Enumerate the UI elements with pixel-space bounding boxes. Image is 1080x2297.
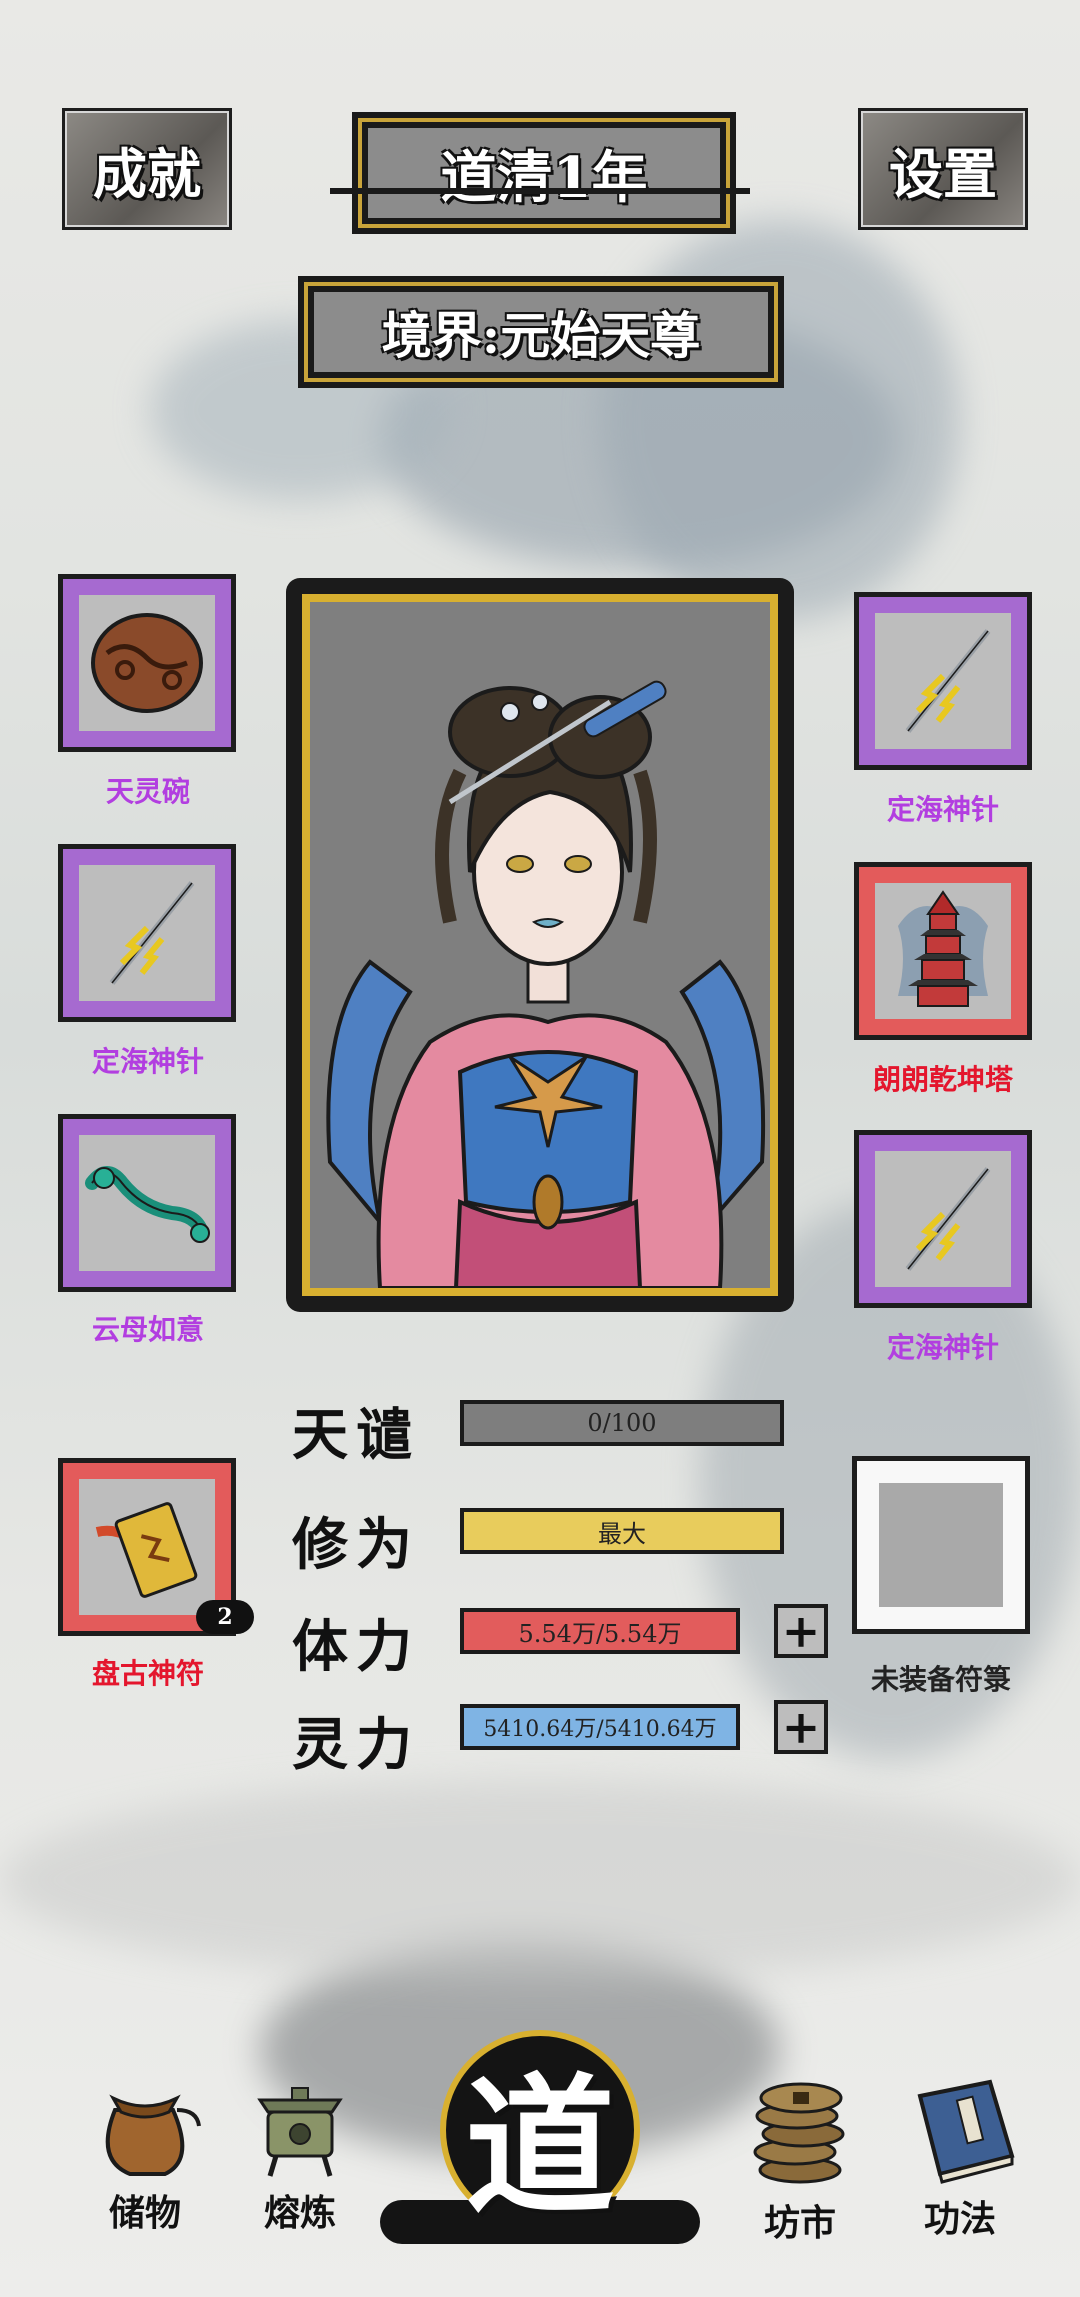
tianqian-value: 0/100 <box>587 1409 657 1437</box>
character-figure <box>326 680 766 1288</box>
pagoda-icon <box>898 890 988 1007</box>
year-label: 道清1年 <box>440 144 648 211</box>
tili-bar: 5.54万/5.54万 <box>460 1608 740 1654</box>
settings-button[interactable]: 设置 <box>858 108 1028 230</box>
settings-label: 设置 <box>889 141 997 206</box>
year-plaque: 道清1年 <box>352 112 736 234</box>
xiuwei-bar: 最大 <box>460 1508 784 1554</box>
equip-label-right-1: 定海神针 <box>886 793 999 826</box>
equip-label-left-3: 云母如意 <box>91 1313 204 1346</box>
spear-icon <box>109 881 195 985</box>
equip-label-left-4: 盘古神符 <box>91 1657 204 1690</box>
character-portrait-frame <box>286 578 794 1312</box>
lingli-bar: 5410.64万/5410.64万 <box>460 1704 740 1750</box>
xiuwei-value: 最大 <box>598 1519 646 1548</box>
lingli-plus-button[interactable]: + <box>774 1700 828 1754</box>
item-count-badge: 2 <box>196 1600 254 1634</box>
equip-label-right-3: 定海神针 <box>886 1331 999 1364</box>
spear-icon <box>905 1167 991 1271</box>
equip-slot-right-1[interactable] <box>854 592 1032 770</box>
talisman-icon <box>95 1502 198 1598</box>
stat-label-tianqian: 天谴 <box>292 1402 420 1468</box>
nav-market-label: 坊市 <box>763 2202 836 2244</box>
spear-icon <box>905 629 991 733</box>
ink-wash-mist <box>0 1780 1080 1980</box>
tili-value: 5.54万/5.54万 <box>518 1619 682 1648</box>
equip-slot-left-2[interactable] <box>58 844 236 1022</box>
realm-label: 境界:元始天尊 <box>381 306 701 365</box>
equip-label-right-2: 朗朗乾坤塔 <box>872 1063 1013 1096</box>
stat-label-lingli: 灵力 <box>292 1712 420 1778</box>
nav-smelting[interactable]: 熔炼 <box>225 2080 375 2236</box>
tianqian-bar: 0/100 <box>460 1400 784 1446</box>
equip-slot-left-3[interactable] <box>58 1114 236 1292</box>
nav-techniques-label: 功法 <box>923 2198 996 2240</box>
character-portrait <box>302 594 778 1296</box>
bowl-icon <box>91 613 203 713</box>
realm-plaque: 境界:元始天尊 <box>298 276 784 388</box>
nav-smelting-label: 熔炼 <box>263 2192 336 2234</box>
nav-dao-center[interactable]: 道 <box>380 2010 700 2260</box>
furnace-icon <box>257 2087 343 2177</box>
equip-label-left-2: 定海神针 <box>91 1045 204 1078</box>
equip-slot-right-2[interactable] <box>854 862 1032 1040</box>
talisman-slot-empty[interactable] <box>852 1456 1030 1634</box>
equip-slot-right-3[interactable] <box>854 1130 1032 1308</box>
stat-label-xiuwei: 修为 <box>292 1512 420 1578</box>
dao-character: 道 <box>464 2058 615 2235</box>
jade-ruyi-icon <box>85 1166 210 1243</box>
book-icon <box>917 2079 1015 2184</box>
achievements-button[interactable]: 成就 <box>62 108 232 230</box>
nav-market[interactable]: 坊市 <box>725 2070 875 2246</box>
year-plaque-rod <box>330 188 750 194</box>
talisman-slot-label: 未装备符箓 <box>870 1663 1011 1696</box>
lingli-value: 5410.64万/5410.64万 <box>483 1717 717 1742</box>
coins-icon <box>753 2082 845 2184</box>
stat-label-tili: 体力 <box>292 1614 420 1680</box>
nav-storage[interactable]: 储物 <box>70 2070 220 2236</box>
equip-slot-left-1[interactable] <box>58 574 236 752</box>
achievements-label: 成就 <box>93 141 201 206</box>
pouch-icon <box>105 2094 201 2176</box>
equip-label-left-1: 天灵碗 <box>105 775 190 808</box>
nav-techniques[interactable]: 功法 <box>880 2076 1040 2242</box>
tili-plus-button[interactable]: + <box>774 1604 828 1658</box>
nav-storage-label: 储物 <box>108 2192 181 2234</box>
